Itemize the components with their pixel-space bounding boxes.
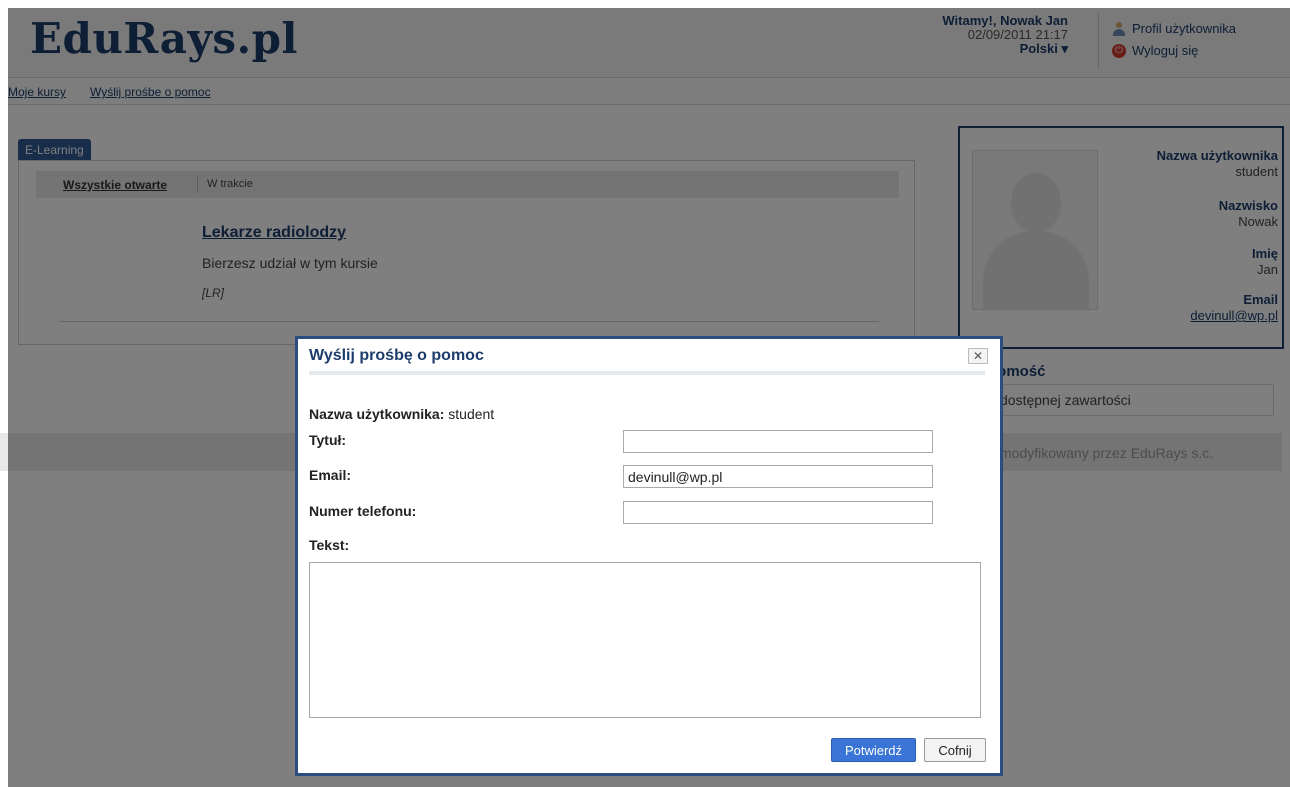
- cancel-button[interactable]: Cofnij: [924, 738, 986, 762]
- dialog-title-divider: [309, 371, 985, 375]
- confirm-button[interactable]: Potwierdź: [831, 738, 916, 762]
- email-input[interactable]: [623, 465, 933, 488]
- dialog-username-label: Nazwa użytkownika:: [309, 406, 445, 422]
- dialog-title: Wyślij prośbę o pomoc: [309, 347, 484, 364]
- dialog-email-label: Email:: [309, 467, 352, 483]
- phone-input[interactable]: [623, 501, 933, 524]
- dialog-username-row: Nazwa użytkownika: student: [309, 406, 494, 422]
- dialog-username-value: student: [448, 406, 495, 422]
- title-input[interactable]: [623, 430, 933, 453]
- message-textarea[interactable]: [309, 562, 981, 718]
- dialog-text-label: Tekst:: [309, 537, 350, 553]
- help-request-dialog: Wyślij prośbę o pomoc ✕ Nazwa użytkownik…: [295, 336, 1003, 776]
- dialog-title-label: Tytuł:: [309, 432, 347, 448]
- close-icon[interactable]: ✕: [968, 348, 988, 364]
- dialog-phone-label: Numer telefonu:: [309, 503, 417, 519]
